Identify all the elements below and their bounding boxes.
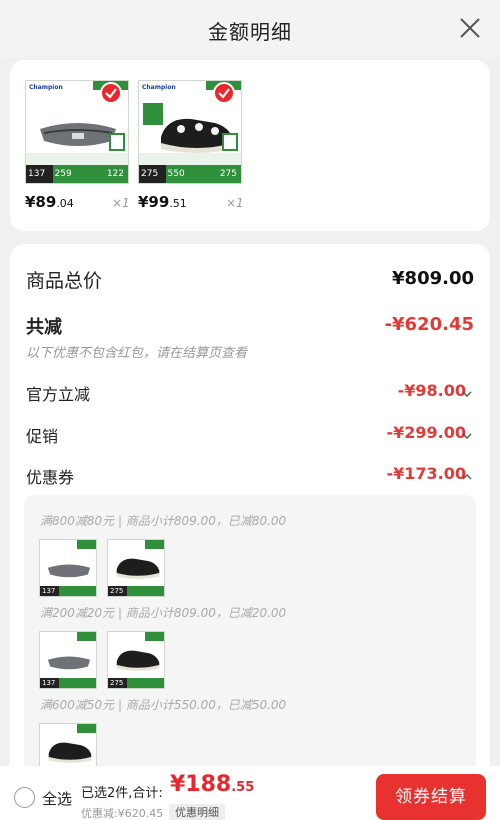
chevron-up-icon[interactable] xyxy=(462,467,472,486)
promo-corner xyxy=(76,540,96,549)
discounted-text: 优惠减:¥620.45 xyxy=(81,807,164,820)
select-all-radio[interactable] xyxy=(14,787,35,808)
sneaker-image xyxy=(116,558,160,579)
badge-price: 275 xyxy=(139,165,166,183)
coupon-rule: 满200减20元 | 商品小计809.00，已减20.00 xyxy=(40,606,287,620)
discount-label: 共减 xyxy=(26,317,62,338)
selected-check-icon[interactable] xyxy=(100,82,122,104)
badge-price: 275 xyxy=(108,678,128,688)
coupon-product-thumbnail: 275 xyxy=(107,539,165,597)
coupon-product-thumbnail: 275 xyxy=(107,631,165,689)
sneaker-image xyxy=(116,650,160,671)
official-discount-label: 官方立减 xyxy=(26,385,91,404)
modal-header: 金额明细 xyxy=(0,0,500,58)
price-band: 137 xyxy=(40,586,96,596)
discount-value: -¥620.45 xyxy=(384,314,474,335)
promo-corner xyxy=(76,724,96,733)
badge-price: 137 xyxy=(26,165,53,183)
product-price: ¥99.51 xyxy=(138,193,187,211)
product-card: Champion 137 259 122 ¥89.04 ×1 Champion xyxy=(10,60,490,231)
price-integer: ¥99 xyxy=(138,193,170,211)
price-band: 275 xyxy=(108,678,164,688)
coupon-product-thumbnail: 137 xyxy=(39,539,97,597)
selected-count-text: 已选2件,合计: xyxy=(81,786,163,801)
badge-price: 137 xyxy=(40,678,60,688)
chevron-down-icon[interactable] xyxy=(462,384,472,403)
band-number: 275 xyxy=(219,169,237,179)
total-decimal: .55 xyxy=(231,780,255,795)
total-label: 商品总价 xyxy=(26,270,103,292)
sneaker-image xyxy=(48,742,92,763)
promo-corner xyxy=(144,632,164,641)
product-quantity: ×1 xyxy=(112,196,130,210)
selected-check-icon[interactable] xyxy=(213,82,235,104)
price-band: 275 550 275 xyxy=(139,165,241,183)
page-title: 金额明细 xyxy=(208,20,292,44)
price-band: 275 xyxy=(108,586,164,596)
price-integer: ¥89 xyxy=(25,193,57,211)
badge-price: 275 xyxy=(108,586,128,596)
band-number: 550 xyxy=(167,169,185,179)
brand-logo: Champion xyxy=(29,84,63,91)
price-band: 137 259 122 xyxy=(26,165,128,183)
coupon-rule: 满800减80元 | 商品小计809.00，已减80.00 xyxy=(40,514,287,528)
checkout-button[interactable]: 领券结算 xyxy=(376,774,486,820)
promo-strip xyxy=(26,153,128,165)
discount-detail-button[interactable]: 优惠明细 xyxy=(169,804,225,820)
product-quantity: ×1 xyxy=(226,196,244,210)
total-value: ¥809.00 xyxy=(392,268,474,289)
price-band: 137 xyxy=(40,678,96,688)
promotion-label: 促销 xyxy=(26,427,59,446)
band-number: 259 xyxy=(54,169,72,179)
brand-logo: Champion xyxy=(142,84,176,91)
checkout-bar: 全选 已选2件,合计: ¥188.55 优惠减:¥620.45 优惠明细 领券结… xyxy=(0,766,500,820)
qr-tag xyxy=(222,133,238,151)
price-decimal: .51 xyxy=(169,197,187,210)
promo-corner xyxy=(76,632,96,641)
discount-note: 以下优惠不包含红包，请在结算页查看 xyxy=(26,346,248,361)
promotion-value: -¥299.00 xyxy=(386,423,466,442)
qr-tag xyxy=(109,133,125,151)
waist-bag-image xyxy=(47,656,91,670)
band-number: 122 xyxy=(106,169,124,179)
product-price: ¥89.04 xyxy=(25,193,74,211)
official-discount-value: -¥98.00 xyxy=(397,381,466,400)
chevron-down-icon[interactable] xyxy=(462,426,472,445)
promo-strip xyxy=(139,153,241,165)
total-integer: ¥188 xyxy=(170,772,232,797)
coupon-product-thumbnail: 137 xyxy=(39,631,97,689)
select-all-label[interactable]: 全选 xyxy=(42,788,72,809)
waist-bag-image xyxy=(47,564,91,578)
promo-corner xyxy=(144,540,164,549)
badge-price: 137 xyxy=(40,586,60,596)
coupon-value: -¥173.00 xyxy=(386,464,466,483)
coupon-label: 优惠券 xyxy=(26,468,75,487)
coupon-rule: 满600减50元 | 商品小计550.00，已减50.00 xyxy=(40,698,287,712)
total-amount: ¥188.55 xyxy=(170,772,254,797)
close-icon[interactable] xyxy=(458,16,482,40)
price-decimal: .04 xyxy=(56,197,74,210)
waist-bag-image xyxy=(40,123,116,146)
